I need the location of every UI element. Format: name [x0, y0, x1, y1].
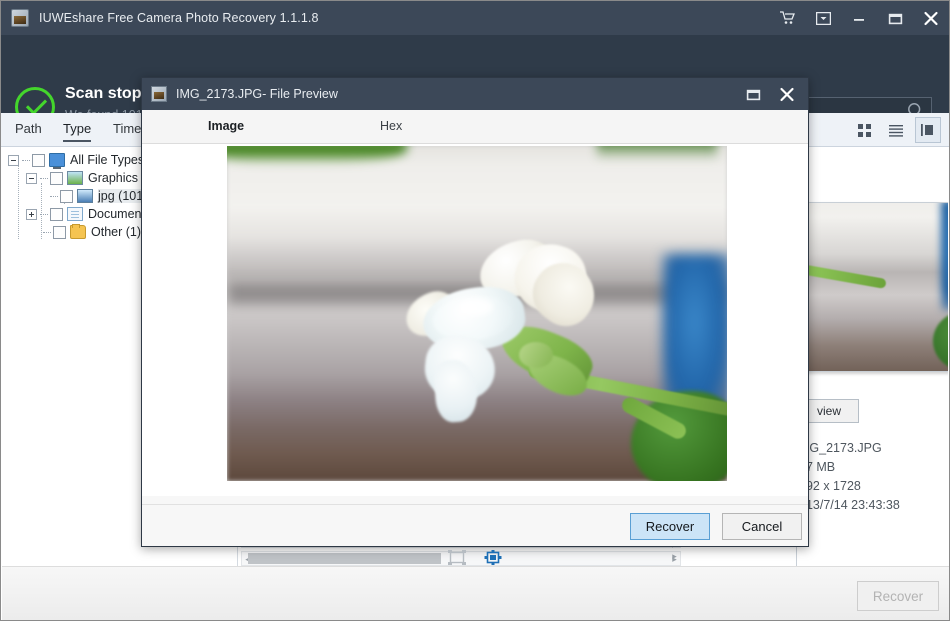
meta-dimensions: 592 x 1728 [799, 479, 861, 493]
close-icon[interactable] [913, 1, 949, 35]
tree-node-graphics[interactable]: Graphics (10 [26, 169, 160, 187]
tree-connector [50, 195, 58, 197]
bottom-bar: Recover [2, 566, 949, 620]
tree-connector [43, 231, 51, 233]
file-preview-dialog: IMG_2173.JPG- File Preview Image Hex Rec… [141, 77, 809, 565]
grid-view-icon[interactable] [851, 117, 877, 143]
tree-expander-plus-icon[interactable] [26, 208, 37, 220]
tree-connector [40, 177, 48, 179]
tab-hex[interactable]: Hex [380, 119, 402, 133]
maximize-icon[interactable] [877, 1, 913, 35]
tree-node-all-file-types[interactable]: All File Types (1 [8, 151, 159, 169]
tab-path[interactable]: Path [15, 121, 42, 140]
dialog-tabs: Image Hex [142, 110, 808, 144]
app-photo-icon [11, 9, 29, 27]
tree-checkbox[interactable] [60, 189, 73, 203]
dialog-footer: Recover Cancel [142, 504, 808, 546]
meta-datetime: 013/7/14 23:43:38 [799, 498, 900, 512]
actual-size-icon[interactable] [483, 548, 503, 566]
tree-node-documents[interactable]: Documents [26, 205, 151, 223]
tree-checkbox[interactable] [32, 153, 45, 167]
tree-checkbox[interactable] [53, 225, 66, 239]
tree-connector [22, 159, 30, 161]
tab-image[interactable]: Image [208, 119, 244, 133]
tree-expander-minus-icon[interactable] [8, 154, 19, 166]
minimize-icon[interactable] [841, 1, 877, 35]
thumbnail-frame[interactable] [799, 202, 948, 372]
dialog-window-controls [736, 78, 804, 110]
document-icon [67, 207, 83, 221]
app-photo-icon [151, 86, 167, 102]
dropdown-box-icon[interactable] [805, 1, 841, 35]
tab-time[interactable]: Time [113, 121, 141, 140]
window-controls [769, 1, 949, 35]
restore-icon[interactable] [736, 78, 770, 110]
jpg-icon [77, 189, 93, 203]
meta-filesize: 17 MB [799, 460, 836, 474]
tree-checkbox[interactable] [50, 207, 63, 221]
tab-type[interactable]: Type [63, 121, 92, 142]
jasmine-flower-photo [227, 146, 727, 481]
tree-node-jpg[interactable]: jpg (1015 [50, 187, 151, 205]
recover-button-main[interactable]: Recover [857, 581, 939, 611]
file-preview-panel: view MG_2173.JPG 17 MB 592 x 1728 013/7/… [796, 147, 948, 566]
dialog-titlebar: IMG_2173.JPG- File Preview [142, 78, 808, 110]
window-titlebar: IUWEshare Free Camera Photo Recovery 1.1… [1, 1, 949, 35]
thumbnail-image [800, 203, 948, 371]
dialog-recover-button[interactable]: Recover [630, 513, 710, 540]
view-toggle-group [851, 117, 941, 143]
meta-filename: MG_2173.JPG [799, 441, 882, 455]
folder-icon [70, 224, 86, 239]
dialog-body [142, 144, 808, 565]
monitor-icon [49, 153, 65, 169]
application-window: IUWEshare Free Camera Photo Recovery 1.1… [0, 0, 950, 621]
tree-node-other[interactable]: Other (1) [43, 223, 141, 241]
fit-frame-icon[interactable] [447, 548, 467, 566]
cart-icon[interactable] [769, 1, 805, 35]
tree-expander-minus-icon[interactable] [26, 172, 37, 184]
tree-connector [40, 213, 48, 215]
file-metadata: MG_2173.JPG 17 MB 592 x 1728 013/7/14 23… [799, 439, 947, 515]
tree-node-label: Other (1) [91, 225, 142, 239]
list-view-icon[interactable] [883, 117, 909, 143]
dialog-title: IMG_2173.JPG- File Preview [176, 87, 338, 101]
zoom-tool-group [142, 544, 808, 570]
tree-checkbox[interactable] [50, 171, 63, 185]
tree-guide-line [18, 165, 19, 239]
window-title: IUWEshare Free Camera Photo Recovery 1.1… [39, 11, 319, 25]
dialog-cancel-button[interactable]: Cancel [722, 513, 802, 540]
close-icon[interactable] [770, 78, 804, 110]
graphics-icon [67, 171, 83, 185]
split-view-icon[interactable] [915, 117, 941, 143]
